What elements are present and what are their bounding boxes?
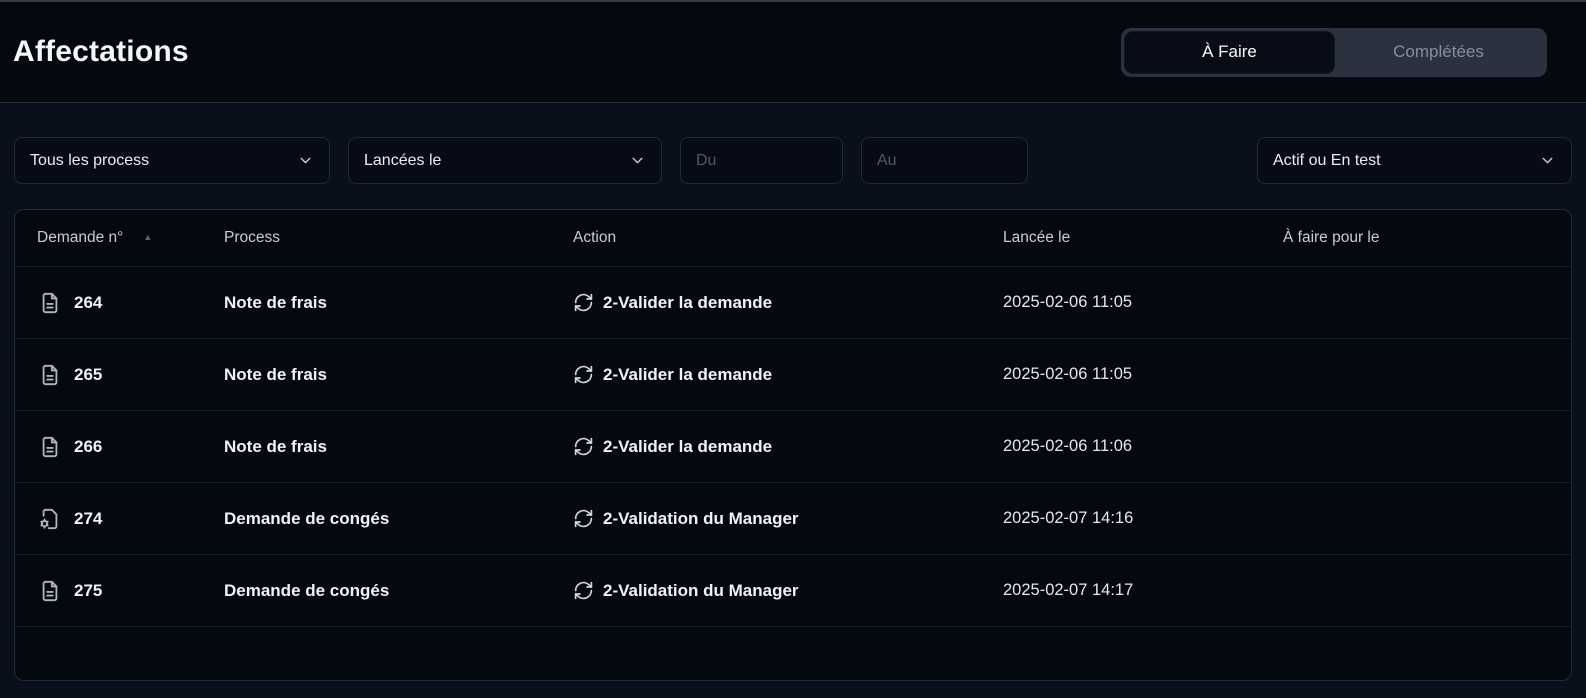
tab-switcher: À Faire Complétées — [1121, 27, 1547, 77]
process-cell: Note de frais — [224, 436, 327, 456]
status-filter-dropdown[interactable]: Actif ou En test — [1257, 137, 1572, 184]
request-id-cell: 275 — [15, 580, 224, 602]
refresh-icon — [573, 364, 594, 385]
refresh-icon — [573, 436, 594, 457]
process-cell: Demande de congés — [224, 508, 390, 528]
table-footer — [15, 626, 1571, 680]
main-content: Tous les process Lancées le Actif ou En … — [0, 137, 1586, 681]
action-label: 2-Valider la demande — [603, 364, 773, 384]
refresh-icon — [573, 292, 594, 313]
launched-date-cell: 2025-02-07 14:16 — [1003, 509, 1134, 527]
file-lines-icon — [39, 292, 61, 314]
launched-date-cell: 2025-02-06 11:05 — [1003, 365, 1133, 383]
filter-bar: Tous les process Lancées le Actif ou En … — [14, 137, 1572, 184]
column-header-process[interactable]: Process — [224, 229, 573, 247]
date-from-input[interactable] — [680, 137, 843, 184]
launched-date-cell: 2025-02-07 14:17 — [1003, 581, 1134, 599]
column-header-action[interactable]: Action — [573, 229, 1003, 247]
action-cell: 2-Validation du Manager — [573, 508, 1003, 529]
launched-filter-dropdown[interactable]: Lancées le — [348, 137, 662, 184]
chevron-down-icon — [297, 152, 314, 169]
column-header-a-faire-pour-le[interactable]: À faire pour le — [1283, 229, 1571, 247]
refresh-icon — [573, 508, 594, 529]
request-id: 275 — [74, 580, 103, 600]
table-header-row: Demande n° Process Action Lancée le À fa… — [15, 210, 1571, 266]
request-id: 265 — [74, 364, 103, 384]
launched-date-cell: 2025-02-06 11:05 — [1003, 293, 1133, 311]
assignments-table: Demande n° Process Action Lancée le À fa… — [14, 209, 1572, 681]
table-row[interactable]: 265 Note de frais 2-Valider la demande 2025… — [15, 338, 1571, 410]
process-cell: Note de frais — [224, 364, 327, 384]
column-header-demande[interactable]: Demande n° — [15, 229, 224, 247]
request-id: 264 — [74, 292, 103, 312]
page-title: Affectations — [13, 35, 189, 68]
action-label: 2-Valider la demande — [603, 292, 773, 312]
tab-completees[interactable]: Complétées — [1334, 32, 1543, 73]
action-label: 2-Validation du Manager — [603, 580, 799, 600]
process-cell: Note de frais — [224, 292, 327, 312]
column-header-lancee-le[interactable]: Lancée le — [1003, 229, 1283, 247]
action-label: 2-Valider la demande — [603, 436, 773, 456]
launched-date-cell: 2025-02-06 11:06 — [1003, 437, 1133, 455]
table-row[interactable]: 266 Note de frais 2-Valider la demande 2025… — [15, 410, 1571, 482]
action-cell: 2-Valider la demande — [573, 364, 1003, 385]
action-label: 2-Validation du Manager — [603, 508, 799, 528]
table-body: 264 Note de frais 2-Valider la demande 2025… — [15, 266, 1571, 626]
request-id: 274 — [74, 508, 103, 528]
action-cell: 2-Valider la demande — [573, 292, 1003, 313]
file-lines-icon — [39, 364, 61, 386]
request-id-cell: 274 — [15, 508, 224, 530]
table-row[interactable]: 264 Note de frais 2-Valider la demande 2025… — [15, 266, 1571, 338]
request-id: 266 — [74, 436, 103, 456]
file-gear-icon — [39, 508, 61, 530]
process-cell: Demande de congés — [224, 580, 390, 600]
status-filter-value: Actif ou En test — [1273, 151, 1381, 169]
chevron-down-icon — [629, 152, 646, 169]
table-row[interactable]: 274 Demande de congés 2-Validation du Mana… — [15, 482, 1571, 554]
chevron-down-icon — [1539, 152, 1556, 169]
page-header: Affectations À Faire Complétées — [0, 2, 1586, 103]
table-row[interactable]: 275 Demande de congés 2-Validation du Mana… — [15, 554, 1571, 626]
request-id-cell: 264 — [15, 292, 224, 314]
file-lines-icon — [39, 580, 61, 602]
action-cell: 2-Valider la demande — [573, 436, 1003, 457]
request-id-cell: 266 — [15, 436, 224, 458]
process-filter-value: Tous les process — [30, 151, 150, 169]
process-filter-dropdown[interactable]: Tous les process — [14, 137, 330, 184]
tab-a-faire[interactable]: À Faire — [1125, 31, 1334, 73]
refresh-icon — [573, 580, 594, 601]
request-id-cell: 265 — [15, 364, 224, 386]
date-to-input[interactable] — [861, 137, 1028, 184]
launched-filter-value: Lancées le — [364, 151, 442, 169]
action-cell: 2-Validation du Manager — [573, 580, 1003, 601]
file-lines-icon — [39, 436, 61, 458]
